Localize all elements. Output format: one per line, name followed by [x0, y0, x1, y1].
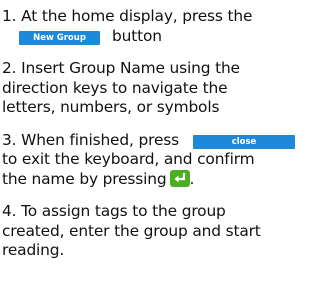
step-4-line-3: reading.	[2, 241, 65, 259]
instruction-steps: 1. At the home display, press the New Gr…	[2, 0, 295, 261]
step-3: 3. When finished, press close to exit the…	[2, 131, 295, 190]
step-1-text: 1. At the home display, press the	[2, 7, 253, 25]
step-1-text-after: button	[112, 26, 162, 45]
step-3-line-2: to exit the keyboard, and confirm	[2, 150, 255, 168]
step-2-line-2: direction keys to navigate the	[2, 78, 228, 97]
step-4: 4. To assign tags to the group created, …	[2, 202, 295, 261]
step-2-line-3: letters, numbers, or symbols	[2, 98, 220, 116]
step-3-line-3: the name by pressing	[2, 169, 167, 188]
step-2-line-1: 2. Insert Group Name using the	[2, 59, 240, 77]
step-4-line-1: 4. To assign tags to the group	[2, 202, 226, 220]
step-3-text: 3. When finished, press	[2, 130, 179, 149]
close-button[interactable]: close	[193, 134, 295, 149]
new-group-button[interactable]: New Group	[19, 30, 100, 45]
step-2: 2. Insert Group Name using the direction…	[2, 59, 295, 118]
enter-key-icon[interactable]	[169, 169, 190, 187]
step-1: 1. At the home display, press the New Gr…	[2, 0, 295, 46]
step-4-line-2: created, enter the group and start	[2, 221, 261, 240]
step-3-period: .	[189, 169, 195, 188]
